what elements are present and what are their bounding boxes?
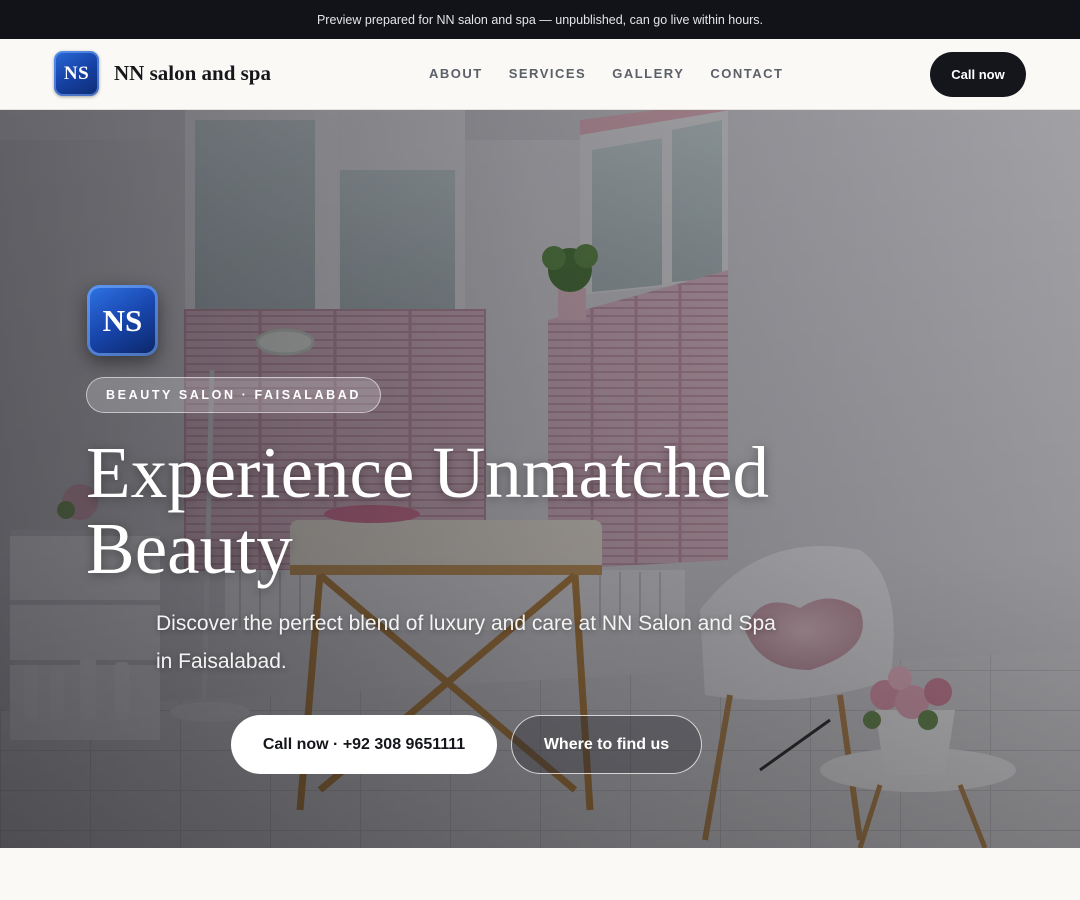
hero-logo: NS (87, 285, 158, 356)
find-us-button[interactable]: Where to find us (511, 715, 702, 774)
header-call-button[interactable]: Call now (930, 52, 1026, 97)
hero-subtitle: Discover the perfect blend of luxury and… (156, 612, 776, 673)
hero-section: NS BEAUTY SALON · FAISALABAD Experience … (0, 110, 1080, 848)
preview-banner-text: Preview prepared for NN salon and spa — … (316, 12, 764, 27)
brand-name[interactable]: NN salon and spa (114, 61, 271, 86)
nav-about[interactable]: ABOUT (429, 66, 483, 81)
brand-logo[interactable]: NS (54, 51, 99, 96)
hero-eyebrow-text: BEAUTY SALON · FAISALABAD (106, 388, 362, 402)
hero-eyebrow-badge: BEAUTY SALON · FAISALABAD (86, 377, 382, 413)
nav-contact[interactable]: CONTACT (710, 66, 783, 81)
preview-banner: Preview prepared for NN salon and spa — … (0, 0, 1080, 39)
site-header: NS NN salon and spa ABOUT SERVICES GALLE… (0, 39, 1080, 110)
nav-gallery[interactable]: GALLERY (612, 66, 684, 81)
call-now-button[interactable]: Call now · +92 308 9651111 (231, 715, 497, 774)
hero-title: Experience Unmatched Beauty (86, 432, 770, 589)
main-nav: ABOUT SERVICES GALLERY CONTACT (429, 66, 809, 81)
brand[interactable]: NS NN salon and spa (54, 51, 271, 96)
nav-services[interactable]: SERVICES (509, 66, 587, 81)
